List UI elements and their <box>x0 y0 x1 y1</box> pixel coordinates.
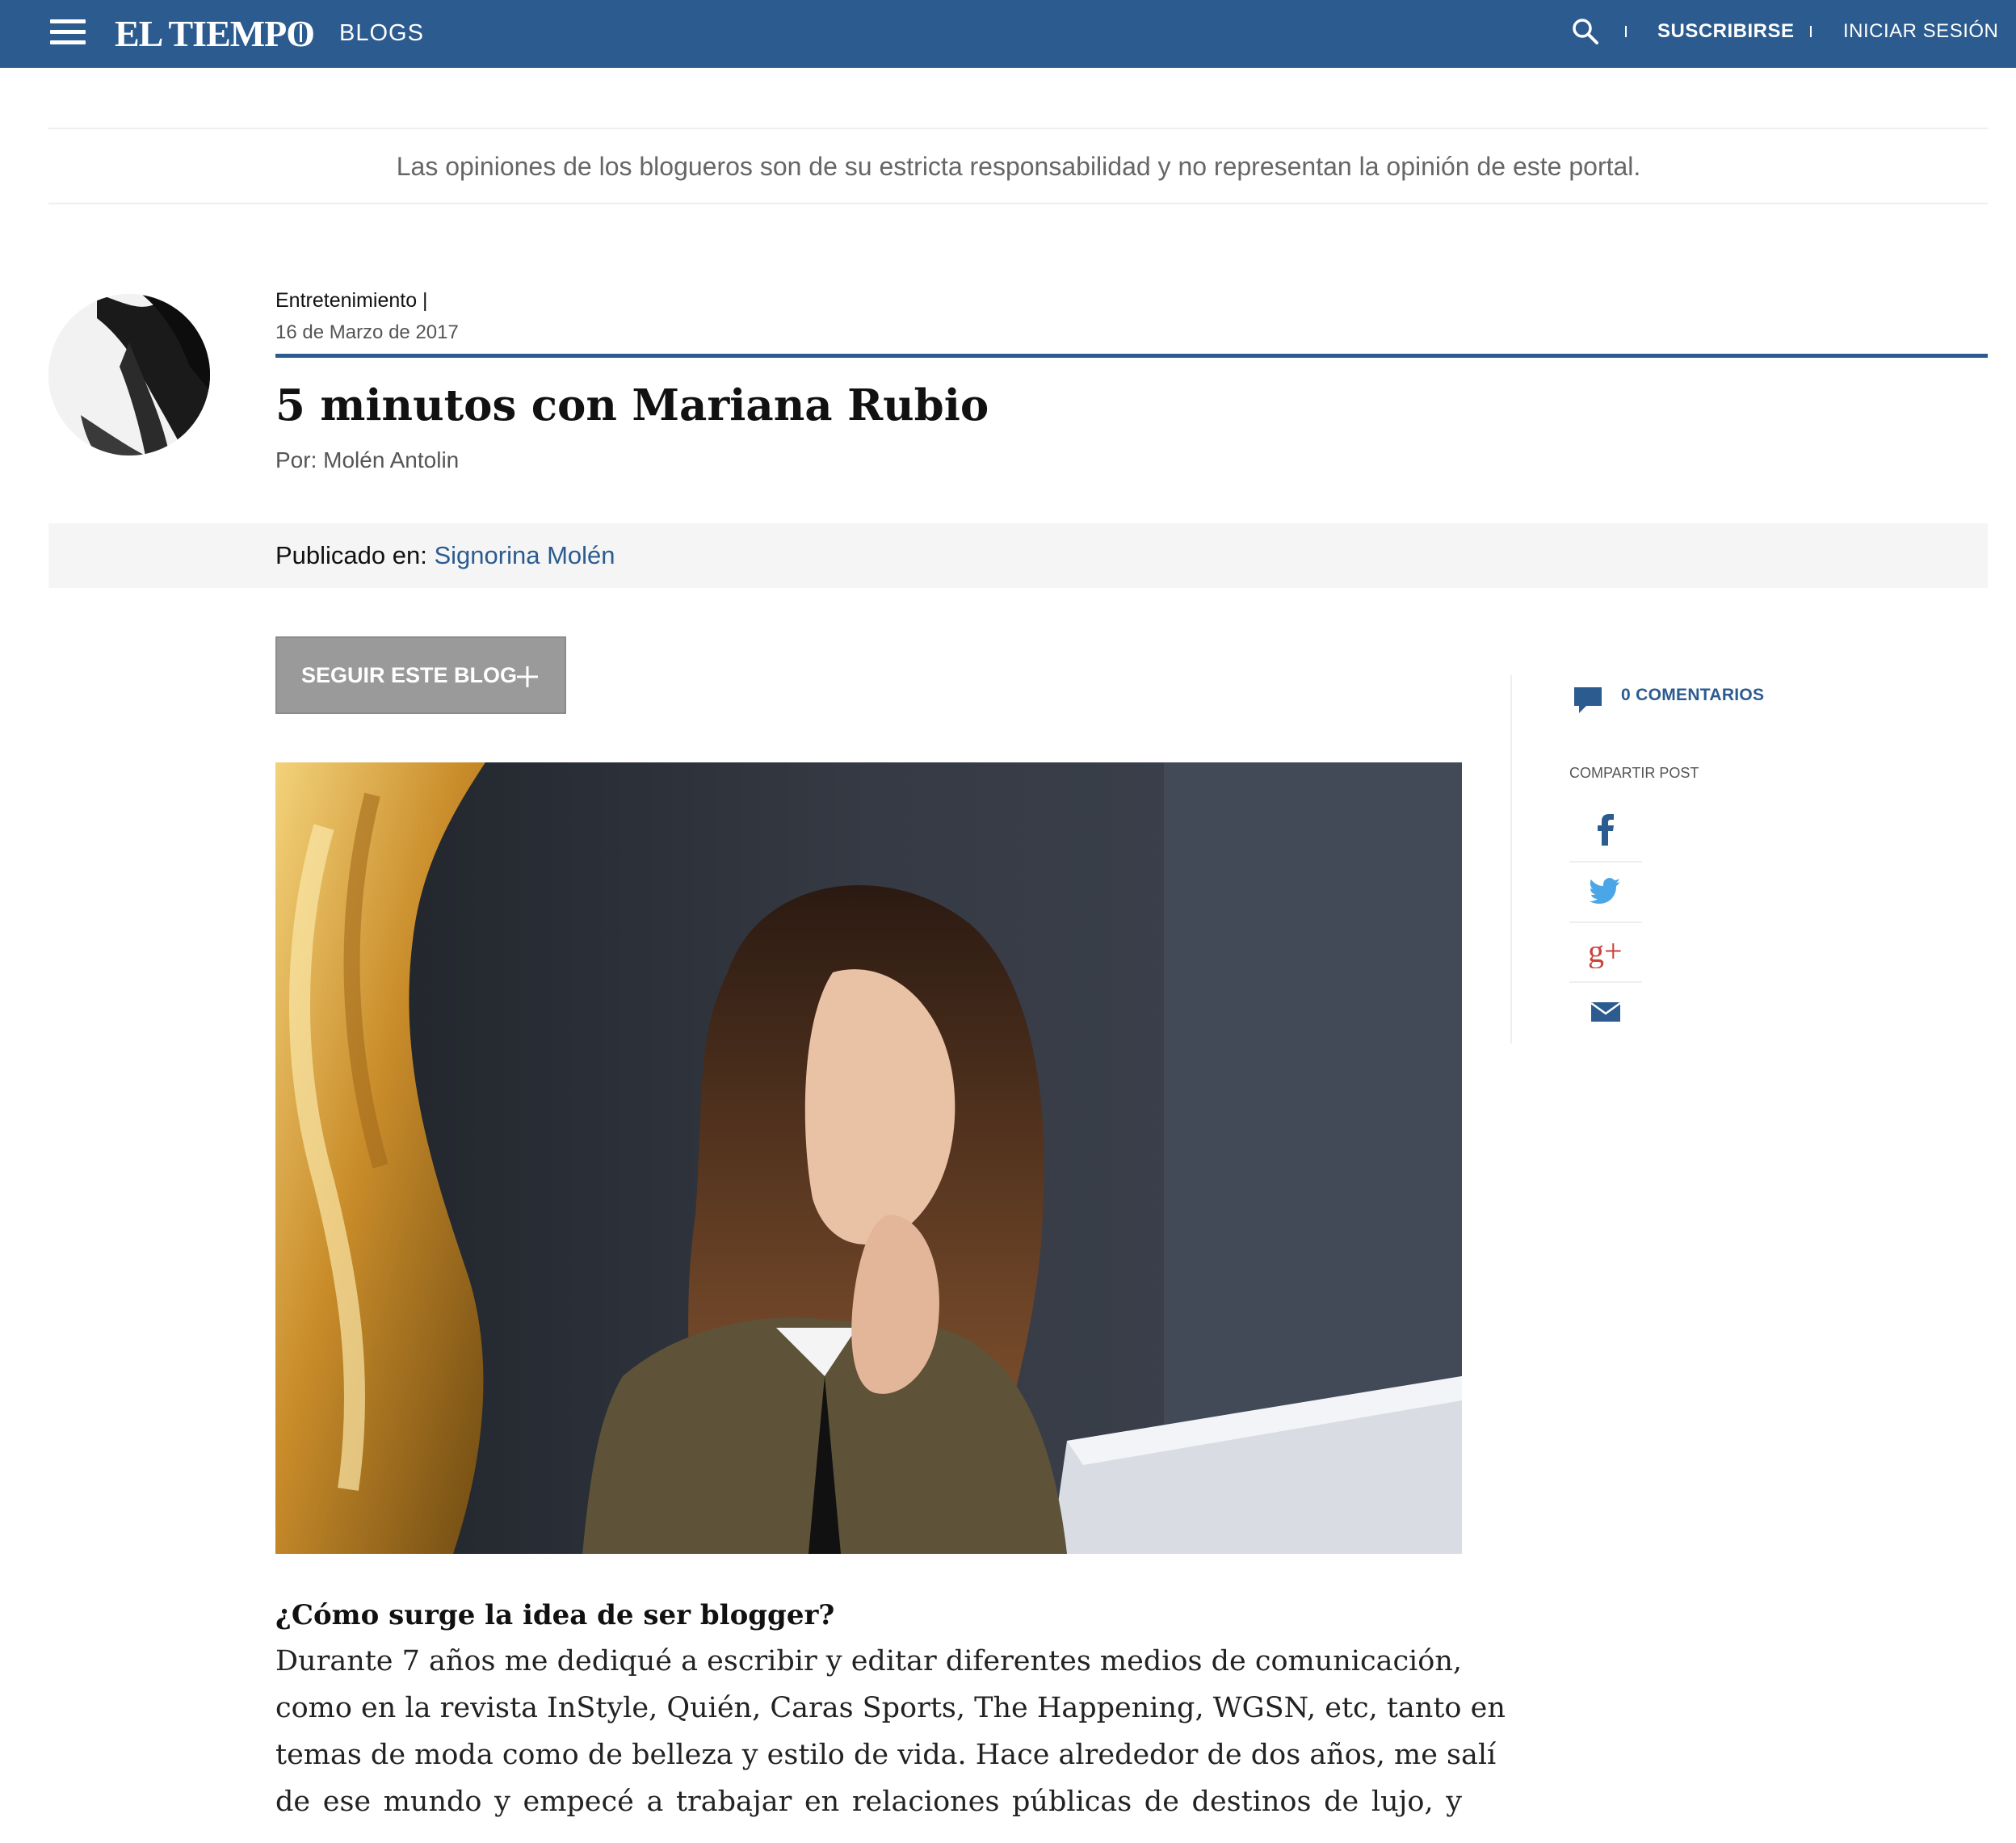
nav-divider <box>1625 26 1627 37</box>
facebook-icon <box>1598 814 1614 846</box>
plus-icon <box>517 666 538 687</box>
google-plus-icon: g+ <box>1588 933 1623 968</box>
title-rule <box>275 354 1988 358</box>
email-share-button[interactable] <box>1569 981 1642 1041</box>
post-category[interactable]: Entretenimiento | <box>275 286 428 315</box>
svg-text:g+: g+ <box>1588 933 1623 968</box>
sidebar-divider <box>1510 675 1512 1043</box>
divider <box>48 203 1988 204</box>
top-navigation-bar: EL TIEMPO BLOGS SUSCRIBIRSE INICIAR SESI… <box>0 0 2016 68</box>
article-question: ¿Cómo surge la idea de ser blogger? <box>275 1599 835 1631</box>
follow-blog-button[interactable]: SEGUIR ESTE BLOG <box>275 636 566 714</box>
twitter-share-button[interactable] <box>1569 861 1642 921</box>
blog-name-link[interactable]: Signorina Molén <box>434 541 615 569</box>
post-title: 5 minutos con Mariana Rubio <box>275 380 989 430</box>
login-link[interactable]: INICIAR SESIÓN <box>1843 15 1998 48</box>
share-label: COMPARTIR POST <box>1569 765 1699 781</box>
paragraph-line: como en la revista InStyle, Quién, Caras… <box>275 1692 1506 1724</box>
comments-count-link[interactable]: 0 COMENTARIOS <box>1621 681 1764 710</box>
email-icon <box>1590 1001 1621 1022</box>
subscribe-link[interactable]: SUSCRIBIRSE <box>1657 15 1795 48</box>
published-in-bar: Publicado en: Signorina Molén <box>48 523 1988 588</box>
author-avatar[interactable] <box>48 294 210 456</box>
logo-divider <box>300 24 302 42</box>
post-byline: Por: Molén Antolin <box>275 447 460 472</box>
paragraph-line: temas de moda como de belleza y estilo d… <box>275 1739 1497 1771</box>
article-paragraph: Durante 7 años me dediqué a escribir y e… <box>275 1638 1506 1825</box>
site-logo[interactable]: EL TIEMPO <box>115 8 315 60</box>
comment-icon[interactable] <box>1572 685 1604 716</box>
paragraph-line: de ese mundo y empecé a trabajar en rela… <box>275 1786 1462 1818</box>
article-hero-image <box>275 762 1462 1554</box>
disclaimer-text: Las opiniones de los blogueros son de su… <box>396 152 1641 181</box>
follow-blog-label: SEGUIR ESTE BLOG <box>301 663 518 687</box>
twitter-icon <box>1590 878 1620 904</box>
menu-icon[interactable] <box>50 19 86 45</box>
divider <box>48 128 1988 129</box>
facebook-share-button[interactable] <box>1569 800 1642 859</box>
google-plus-share-button[interactable]: g+ <box>1569 922 1642 981</box>
search-icon[interactable] <box>1572 18 1599 45</box>
post-date: 16 de Marzo de 2017 <box>275 321 459 343</box>
paragraph-line: Durante 7 años me dediqué a escribir y e… <box>275 1645 1462 1677</box>
published-prefix: Publicado en: <box>275 541 435 569</box>
nav-divider <box>1810 26 1812 37</box>
section-link-blogs[interactable]: BLOGS <box>339 13 424 53</box>
